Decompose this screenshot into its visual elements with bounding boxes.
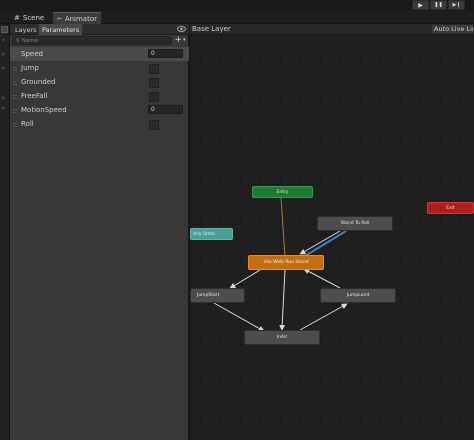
drag-handle-icon[interactable]	[13, 53, 17, 57]
transition-idle-to-jumpstart	[229, 269, 261, 289]
parameter-row-speed[interactable]: Speed 0	[10, 47, 189, 61]
search-input[interactable]: ⚲ Name	[12, 36, 172, 45]
parameter-name: MotionSpeed	[21, 106, 67, 114]
parameter-bool-checkbox[interactable]	[149, 120, 159, 130]
scene-grid-icon: #	[14, 14, 20, 22]
drag-handle-icon[interactable]	[13, 81, 17, 85]
transition-idle-to-roll	[304, 230, 347, 257]
drag-handle-icon[interactable]	[13, 95, 17, 99]
eye-icon[interactable]	[177, 26, 186, 32]
chevron-right-icon[interactable]: ›	[2, 50, 5, 58]
node-in-air[interactable]: InAir	[244, 330, 320, 345]
search-placeholder: Name	[21, 37, 38, 44]
transition-jumpstart-to-inair	[213, 302, 265, 332]
top-toolbar: ▶ ❚❚ ▶❙	[0, 0, 474, 11]
parameter-row-grounded[interactable]: Grounded	[10, 75, 189, 89]
window-tab-bar: # Scene ⟜ Animator	[0, 11, 474, 24]
node-stand-to-roll[interactable]: Stand To Roll	[317, 216, 393, 231]
parameter-name: Speed	[21, 50, 43, 58]
parameter-row-motionspeed[interactable]: MotionSpeed 0	[10, 103, 189, 117]
tab-scene[interactable]: # Scene	[10, 12, 48, 24]
drag-handle-icon[interactable]	[13, 67, 17, 71]
parameter-float-field[interactable]: 0	[148, 49, 183, 58]
transition-inair-to-jumpland	[299, 303, 348, 331]
state-machine-graph[interactable]: Base Layer Auto Live Lin Entry Exit Any …	[190, 24, 474, 440]
parameter-row-freefall[interactable]: FreeFall	[10, 89, 189, 103]
chevron-right-icon[interactable]: ›	[2, 104, 5, 112]
side-strip: › › › › ›	[0, 24, 10, 440]
parameter-bool-checkbox[interactable]	[149, 78, 159, 88]
drag-handle-icon[interactable]	[13, 123, 17, 127]
chevron-down-icon: ▾	[183, 37, 186, 43]
transition-idle-to-inair	[279, 269, 286, 331]
animator-icon: ⟜	[57, 14, 62, 22]
tab-parameters[interactable]: Parameters	[39, 24, 83, 35]
search-icon: ⚲	[16, 37, 20, 44]
parameter-bool-checkbox[interactable]	[149, 64, 159, 74]
node-entry[interactable]: Entry	[252, 186, 313, 198]
parameter-name: Grounded	[21, 78, 56, 86]
parameter-name: FreeFall	[21, 92, 48, 100]
parameter-name: Roll	[21, 120, 34, 128]
transition-entry-to-idle	[280, 197, 286, 258]
play-button[interactable]: ▶	[412, 0, 429, 10]
chevron-right-icon[interactable]: ›	[2, 36, 5, 44]
transition-jumpland-to-idle	[303, 268, 341, 289]
parameter-row-roll[interactable]: Roll	[10, 117, 189, 131]
play-icon: ▶	[418, 1, 423, 9]
node-idle-walk-run-stand[interactable]: Idle Walk Run Stand	[248, 255, 324, 270]
node-jump-land[interactable]: JumpLand	[320, 288, 396, 303]
node-exit[interactable]: Exit	[427, 202, 474, 214]
pause-button[interactable]: ❚❚	[430, 0, 447, 10]
step-icon: ▶❙	[452, 2, 461, 8]
pause-icon: ❚❚	[434, 2, 443, 8]
node-any-state[interactable]: Any State	[190, 228, 233, 240]
parameter-float-field[interactable]: 0	[148, 105, 183, 114]
tab-animator-label: Animator	[64, 14, 97, 23]
step-button[interactable]: ▶❙	[448, 0, 465, 10]
chevron-right-icon[interactable]: ›	[2, 64, 5, 72]
window-icon[interactable]	[1, 26, 8, 33]
tab-animator[interactable]: ⟜ Animator	[53, 12, 101, 24]
chevron-right-icon[interactable]: ›	[2, 94, 5, 102]
parameters-panel: Layers Parameters ⚲ Name + ▾ Speed 0 Jump…	[10, 24, 189, 440]
panel-header: Layers Parameters	[10, 24, 189, 35]
plus-icon: +	[174, 35, 183, 45]
parameter-bool-checkbox[interactable]	[149, 92, 159, 102]
tab-layers[interactable]: Layers	[12, 24, 40, 35]
parameter-name: Jump	[21, 64, 39, 72]
tab-scene-label: Scene	[22, 14, 45, 22]
node-jump-start[interactable]: JumpStart	[190, 288, 245, 303]
drag-handle-icon[interactable]	[13, 109, 17, 113]
transition-roll-to-idle	[299, 230, 341, 255]
add-parameter-button[interactable]: + ▾	[173, 35, 187, 45]
parameter-row-jump[interactable]: Jump	[10, 61, 189, 75]
